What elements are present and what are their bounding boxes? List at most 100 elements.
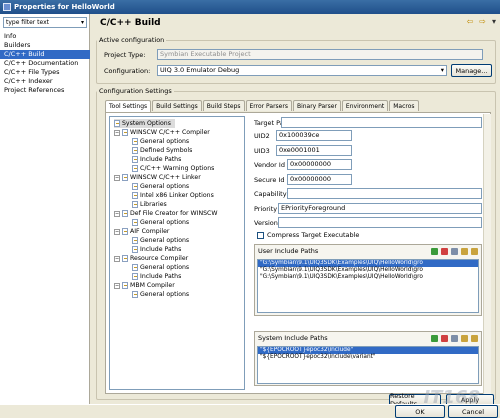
compress-checkbox[interactable] — [257, 232, 264, 239]
sidebar-item-cpp-file-types[interactable]: C/C++ File Types — [0, 68, 90, 77]
system-include-paths-label: System Include Paths — [258, 334, 328, 342]
page-title: C/C++ Build — [100, 18, 161, 28]
tree-item-label: General options — [140, 264, 190, 271]
secure-id-field[interactable]: 0x00000000 — [287, 174, 352, 185]
tree-item-resource-compiler[interactable]: − Resource Compiler — [114, 254, 188, 263]
tab-tool-settings[interactable]: Tool Settings — [105, 100, 152, 112]
list-item[interactable]: "${EPOCROOT}epoc32\include" — [258, 347, 478, 354]
collapse-icon[interactable]: − — [114, 174, 120, 181]
page-icon — [132, 156, 138, 163]
move-down-icon[interactable] — [471, 334, 478, 342]
tree-item-warning-options[interactable]: C/C++ Warning Options — [132, 164, 214, 173]
edit-icon[interactable] — [451, 334, 458, 342]
page-icon — [132, 291, 138, 298]
collapse-icon[interactable]: − — [114, 255, 120, 262]
tree-item-label: C/C++ Warning Options — [140, 165, 215, 172]
tree-item-aif-compiler[interactable]: − AIF Compiler — [114, 227, 169, 236]
tree-item-general-options[interactable]: General options — [132, 137, 189, 146]
sidebar-item-cpp-documentation[interactable]: C/C++ Documentation — [0, 59, 90, 68]
list-item[interactable]: "G:\Symbian\9.1\UIQ3SDK\Examples\UIQ\Hel… — [258, 267, 478, 274]
tree-item-general-options[interactable]: General options — [132, 263, 189, 272]
uid3-field[interactable]: 0xe0001001 — [276, 145, 352, 156]
tree-item-general-options[interactable]: General options — [132, 182, 189, 191]
list-item[interactable]: "G:\Symbian\9.1\UIQ3SDK\Examples\UIQ\Hel… — [258, 260, 478, 267]
sidebar-item-project-references[interactable]: Project References — [0, 86, 90, 95]
page-icon — [132, 237, 138, 244]
tree-item-include-paths[interactable]: Include Paths — [132, 155, 181, 164]
watermark-logo: IT168 — [423, 387, 480, 408]
priority-select[interactable]: EPriorityForeground — [278, 203, 482, 214]
add-icon[interactable] — [431, 334, 438, 342]
tree-item-libraries[interactable]: Libraries — [132, 200, 167, 209]
list-item[interactable]: "G:\Symbian\9.1\UIQ3SDK\Examples\UIQ\Hel… — [258, 274, 478, 281]
collapse-icon[interactable]: − — [114, 282, 120, 289]
collapse-icon[interactable]: − — [114, 210, 120, 217]
sidebar-item-cpp-build[interactable]: C/C++ Build — [0, 50, 90, 59]
chevron-down-icon[interactable]: ▾ — [81, 19, 84, 26]
tree-item-general-options[interactable]: General options — [132, 236, 189, 245]
tree-item-winscw-compiler[interactable]: − WINSCW C/C++ Compiler — [114, 128, 210, 137]
target-path-field[interactable] — [281, 117, 482, 128]
tab-macros[interactable]: Macros — [389, 100, 419, 111]
tab-binary-parser[interactable]: Binary Parser — [292, 100, 341, 111]
chevron-down-icon[interactable]: ▾ — [441, 66, 444, 75]
active-configuration-legend: Active configuration — [99, 36, 165, 44]
move-up-icon[interactable] — [461, 247, 468, 255]
tab-environment[interactable]: Environment — [341, 100, 389, 111]
tree-item-label: Def File Creator for WINSCW — [130, 210, 218, 217]
system-include-paths-list: "${EPOCROOT}epoc32\include" "${EPOCROOT}… — [257, 346, 479, 384]
vendor-id-field[interactable]: 0x00000000 — [287, 159, 352, 170]
delete-icon[interactable] — [441, 247, 448, 255]
tree-item-label: WINSCW C/C++ Compiler — [130, 129, 210, 136]
uid2-field[interactable]: 0x100039ce — [276, 130, 352, 141]
version-field[interactable] — [278, 217, 482, 228]
tree-item-include-paths[interactable]: Include Paths — [132, 272, 181, 281]
capability-field[interactable] — [287, 188, 482, 199]
forward-arrow-icon[interactable]: ⇨ — [479, 17, 486, 26]
list-item[interactable]: "${EPOCROOT}epoc32\include\variant" — [258, 354, 478, 361]
tab-build-settings[interactable]: Build Settings — [152, 100, 202, 111]
tree-item-general-options[interactable]: General options — [132, 218, 189, 227]
page-icon — [122, 210, 128, 217]
tree-item-mbm-compiler[interactable]: − MBM Compiler — [114, 281, 175, 290]
tree-item-defined-symbols[interactable]: Defined Symbols — [132, 146, 192, 155]
tree-item-system-options[interactable]: System Options — [114, 119, 175, 128]
sidebar-item-info[interactable]: Info — [0, 32, 90, 41]
page-icon — [114, 120, 120, 127]
tree-item-winscw-linker[interactable]: − WINSCW C/C++ Linker — [114, 173, 201, 182]
tree-item-include-paths[interactable]: Include Paths — [132, 245, 181, 254]
tree-item-x86-linker-options[interactable]: Intel x86 Linker Options — [132, 191, 214, 200]
move-up-icon[interactable] — [461, 334, 468, 342]
move-down-icon[interactable] — [471, 247, 478, 255]
tree-item-def-file-creator[interactable]: − Def File Creator for WINSCW — [114, 209, 218, 218]
window-title: Properties for HelloWorld — [14, 3, 115, 11]
uid2-label: UID2 — [254, 132, 270, 140]
configuration-select[interactable]: UIQ 3.0 Emulator Debug ▾ — [157, 65, 447, 76]
page-icon — [122, 228, 128, 235]
page-icon — [132, 138, 138, 145]
tree-item-label: Intel x86 Linker Options — [140, 192, 214, 199]
delete-icon[interactable] — [441, 334, 448, 342]
sidebar-item-cpp-indexer[interactable]: C/C++ Indexer — [0, 77, 90, 86]
user-include-paths-label: User Include Paths — [258, 247, 319, 255]
edit-icon[interactable] — [451, 247, 458, 255]
add-icon[interactable] — [431, 247, 438, 255]
tab-error-parsers[interactable]: Error Parsers — [245, 100, 292, 111]
tree-item-label: Include Paths — [140, 273, 182, 280]
manage-button[interactable]: Manage... — [451, 64, 492, 77]
filter-text: type filter text — [6, 19, 50, 26]
configuration-value: UIQ 3.0 Emulator Debug — [160, 66, 240, 74]
tree-item-label: AIF Compiler — [130, 228, 170, 235]
tab-build-steps[interactable]: Build Steps — [202, 100, 245, 111]
sidebar-item-builders[interactable]: Builders — [0, 41, 90, 50]
collapse-icon[interactable]: − — [114, 228, 120, 235]
chevron-down-icon[interactable]: ▾ — [492, 17, 496, 26]
back-arrow-icon[interactable]: ⇦ — [467, 17, 474, 26]
vertical-scrollbar[interactable] — [483, 114, 491, 394]
page-icon — [132, 192, 138, 199]
tree-item-general-options[interactable]: General options — [132, 290, 189, 299]
tree-item-label: Resource Compiler — [130, 255, 189, 262]
filter-input[interactable]: type filter text ▾ — [3, 17, 87, 28]
page-icon — [132, 273, 138, 280]
collapse-icon[interactable]: − — [114, 129, 120, 136]
